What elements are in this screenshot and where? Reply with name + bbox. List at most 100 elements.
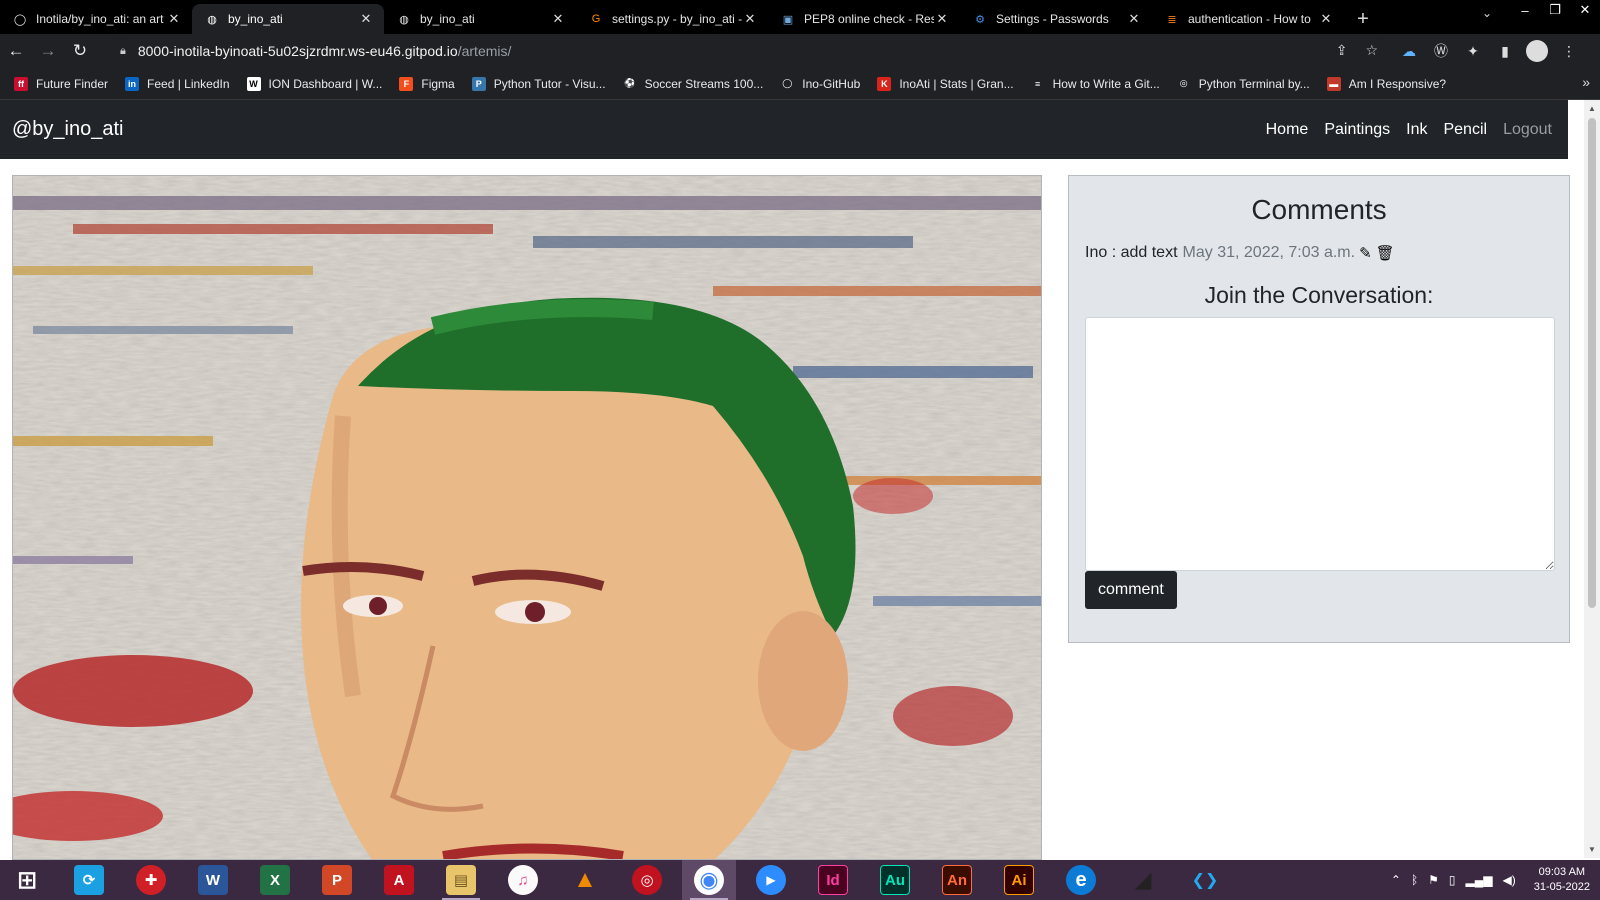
taskbar-app-terminal[interactable]: ◢ [1116, 860, 1170, 900]
taskbar-app-excel[interactable]: X [248, 860, 302, 900]
close-window-button[interactable]: ✕ [1570, 0, 1600, 20]
cloud-extension-icon[interactable]: ☁ [1398, 40, 1420, 62]
bookmark-item[interactable]: ▬ Am I Responsive? [1326, 76, 1446, 91]
site-brand[interactable]: @by_ino_ati [12, 118, 123, 141]
bookmark-item[interactable]: W ION Dashboard | W... [246, 76, 383, 91]
close-icon[interactable]: ✕ [358, 11, 374, 27]
bookmark-label: Feed | LinkedIn [147, 76, 230, 91]
acrobat-icon: A [384, 865, 414, 895]
taskbar-app-acrobat[interactable]: A [372, 860, 426, 900]
nav-paintings[interactable]: Paintings [1324, 121, 1390, 139]
audition-icon: Au [880, 865, 910, 895]
scrollbar-thumb[interactable] [1588, 118, 1596, 608]
browser-tab[interactable]: G settings.py - by_ino_ati - ✕ [576, 4, 768, 34]
browser-tab-active[interactable]: ◍ by_ino_ati ✕ [192, 4, 384, 34]
volume-icon[interactable]: ◀) [1502, 873, 1515, 887]
taskbar-clock[interactable]: 09:03 AM 31-05-2022 [1534, 865, 1590, 895]
tray-chevron-icon[interactable]: ⌃ [1391, 873, 1401, 887]
forward-button[interactable]: → [32, 37, 64, 65]
browser-tab[interactable]: ≣ authentication - How to ✕ [1152, 4, 1344, 34]
side-panel-icon[interactable]: ▮ [1494, 40, 1516, 62]
bookmark-item[interactable]: ff Future Finder [14, 76, 108, 91]
profile-avatar[interactable] [1526, 40, 1548, 62]
share-icon[interactable]: ⇪ [1336, 42, 1348, 59]
bookmark-item[interactable]: K InoAti | Stats | Gran... [877, 76, 1014, 91]
bookmark-item[interactable]: ◯ Ino-GitHub [780, 76, 860, 91]
bluetooth-icon[interactable]: ᛒ [1411, 873, 1418, 887]
puzzle-extensions-icon[interactable]: ✦ [1462, 40, 1484, 62]
taskbar-app-zoom[interactable]: ▶ [744, 860, 798, 900]
more-menu-icon[interactable]: ⋮ [1558, 40, 1580, 62]
url-field[interactable]: 🔒︎ 8000-inotila-byinoati-5u02sjzrdmr.ws-… [108, 37, 1390, 65]
close-icon[interactable]: ✕ [742, 11, 758, 27]
taskbar-app-word[interactable]: W [186, 860, 240, 900]
scroll-up-arrow-icon[interactable]: ▲ [1584, 104, 1600, 113]
bookmark-label: ION Dashboard | W... [268, 76, 383, 91]
scroll-down-arrow-icon[interactable]: ▼ [1584, 845, 1600, 854]
signal-icon[interactable]: ▂▄▆ [1466, 873, 1493, 887]
nav-pencil[interactable]: Pencil [1443, 121, 1487, 139]
minimize-button[interactable]: – [1510, 0, 1540, 20]
close-icon[interactable]: ✕ [166, 11, 182, 27]
bookmarks-more-icon[interactable]: » [1582, 74, 1590, 90]
media-player-icon: ◎ [632, 865, 662, 895]
bookmark-star-icon[interactable]: ☆ [1365, 42, 1378, 59]
comment-textarea[interactable] [1085, 317, 1555, 571]
taskbar-app-chrome[interactable]: ◉ [682, 860, 736, 900]
nav-ink[interactable]: Ink [1406, 121, 1427, 139]
browser-tab[interactable]: ◍ by_ino_ati ✕ [384, 4, 576, 34]
bookmark-item[interactable]: ◎ Python Terminal by... [1176, 76, 1310, 91]
edit-icon[interactable]: ✎ [1359, 244, 1372, 262]
battery-icon[interactable]: ▯ [1449, 873, 1456, 887]
browser-tab[interactable]: ▣ PEP8 online check - Resu ✕ [768, 4, 960, 34]
new-tab-button[interactable]: + [1348, 4, 1378, 34]
close-icon[interactable]: ✕ [934, 11, 950, 27]
nav-logout[interactable]: Logout [1503, 121, 1552, 139]
flag-icon[interactable]: ⚑ [1428, 873, 1439, 887]
taskbar-app-indesign[interactable]: Id [806, 860, 860, 900]
bookmark-item[interactable]: F Figma [399, 76, 455, 91]
clock-time: 09:03 AM [1538, 866, 1586, 878]
bookmark-item[interactable]: P Python Tutor - Visu... [471, 76, 606, 91]
taskbar-app-edge[interactable]: e [1054, 860, 1108, 900]
comment-submit-button[interactable]: comment [1085, 571, 1177, 609]
back-button[interactable]: ← [0, 37, 32, 65]
taskbar-app-powerpoint[interactable]: P [310, 860, 364, 900]
soccer-ball-icon: ⚽ [622, 76, 637, 91]
taskbar-app-illustrator[interactable]: Ai [992, 860, 1046, 900]
browser-tab[interactable]: ◯ Inotila/by_ino_ati: an art ✕ [0, 4, 192, 34]
python-icon: P [471, 76, 486, 91]
bookmark-item[interactable]: ≡ How to Write a Git... [1030, 76, 1160, 91]
bookmark-item[interactable]: ⚽ Soccer Streams 100... [622, 76, 763, 91]
taskbar-app-vlc[interactable]: ▲ [558, 860, 612, 900]
taskbar-app-antivirus[interactable]: ✚ [124, 860, 178, 900]
taskbar-app-explorer[interactable]: ▤ [434, 860, 488, 900]
taskbar-app-itunes[interactable]: ♫ [496, 860, 550, 900]
wappalyzer-extension-icon[interactable]: Ⓦ [1430, 40, 1452, 62]
taskbar-app-sync[interactable]: ⟳ [62, 860, 116, 900]
page-scrollbar[interactable]: ▲ ▼ [1584, 100, 1600, 858]
bookmark-label: Python Tutor - Visu... [493, 76, 606, 91]
bookmarks-bar: ff Future Finder in Feed | LinkedIn W ION D… [0, 68, 1600, 100]
bookmark-item[interactable]: in Feed | LinkedIn [125, 76, 230, 91]
vlc-icon: ▲ [573, 866, 597, 893]
site-navbar: @by_ino_ati Home Paintings Ink Pencil Lo… [0, 100, 1568, 159]
browser-tab[interactable]: ⚙ Settings - Passwords ✕ [960, 4, 1152, 34]
restore-button[interactable]: ❐ [1540, 0, 1570, 20]
tab-search-icon[interactable]: ⌄ [1482, 6, 1492, 20]
taskbar-app-animate[interactable]: An [930, 860, 984, 900]
trash-icon[interactable]: 🗑︎ [1376, 244, 1395, 262]
nav-home[interactable]: Home [1266, 121, 1309, 139]
future-finder-icon: ff [14, 76, 28, 91]
taskbar-app-media-player[interactable]: ◎ [620, 860, 674, 900]
lock-icon: 🔒︎ [120, 44, 126, 57]
close-icon[interactable]: ✕ [1318, 11, 1334, 27]
taskbar-app-vscode[interactable]: ❮❯ [1178, 860, 1232, 900]
close-icon[interactable]: ✕ [550, 11, 566, 27]
close-icon[interactable]: ✕ [1126, 11, 1142, 27]
taskbar-app-audition[interactable]: Au [868, 860, 922, 900]
reload-button[interactable]: ↻ [64, 37, 96, 65]
portrait-painting [13, 176, 1041, 859]
bookmark-label: Python Terminal by... [1198, 76, 1310, 91]
start-button[interactable]: ⊞ [0, 860, 54, 900]
